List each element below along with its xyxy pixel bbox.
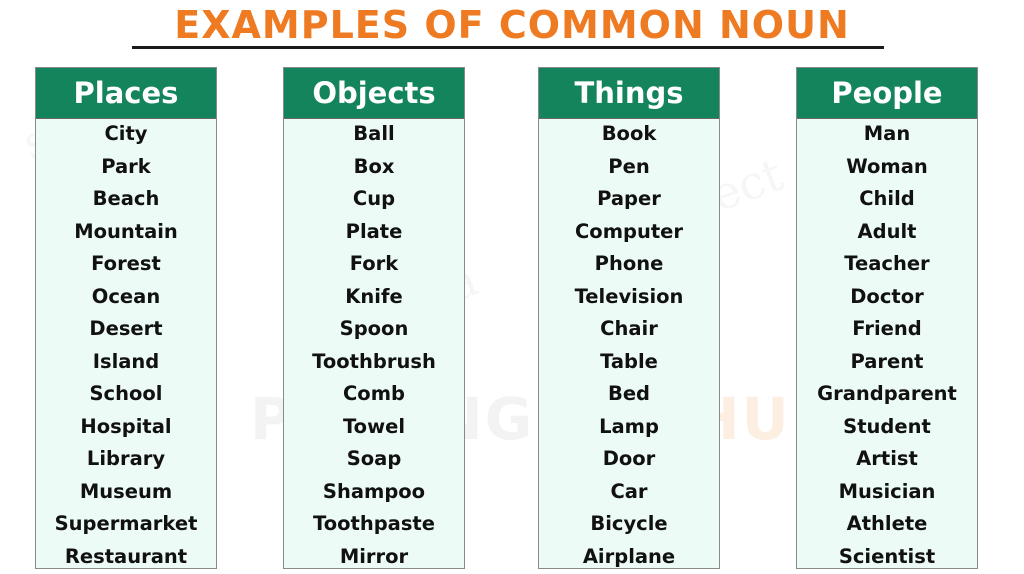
title-underline [132, 46, 884, 49]
list-item: Student [797, 412, 977, 445]
list-item: Lamp [539, 412, 719, 445]
list-item: Door [539, 444, 719, 477]
noun-list: BallBoxCupPlateForkKnifeSpoonToothbrushC… [284, 119, 464, 574]
list-item: Supermarket [36, 509, 216, 542]
noun-list: BookPenPaperComputerPhoneTelevisionChair… [539, 119, 719, 574]
column-heading: People [797, 68, 977, 119]
list-item: Forest [36, 249, 216, 282]
list-item: Book [539, 119, 719, 152]
list-item: Chair [539, 314, 719, 347]
list-item: Comb [284, 379, 464, 412]
list-item: Paper [539, 184, 719, 217]
list-item: Parent [797, 347, 977, 380]
list-item: Box [284, 152, 464, 185]
list-item: Adult [797, 217, 977, 250]
page-title: EXAMPLES OF COMMON NOUN [0, 1, 1024, 49]
list-item: Ball [284, 119, 464, 152]
list-item: Grandparent [797, 379, 977, 412]
list-item: School [36, 379, 216, 412]
list-item: Beach [36, 184, 216, 217]
list-item: Athlete [797, 509, 977, 542]
list-item: Cup [284, 184, 464, 217]
list-item: Plate [284, 217, 464, 250]
list-item: Museum [36, 477, 216, 510]
list-item: Television [539, 282, 719, 315]
list-item: Teacher [797, 249, 977, 282]
list-item: Doctor [797, 282, 977, 315]
list-item: Spoon [284, 314, 464, 347]
list-item: Musician [797, 477, 977, 510]
list-item: Ocean [36, 282, 216, 315]
list-item: Woman [797, 152, 977, 185]
list-item: Friend [797, 314, 977, 347]
list-item: Scientist [797, 542, 977, 574]
column-places: Places CityParkBeachMountainForestOceanD… [35, 67, 217, 569]
list-item: Fork [284, 249, 464, 282]
column-people: People ManWomanChildAdultTeacherDoctorFr… [796, 67, 978, 569]
list-item: Pen [539, 152, 719, 185]
list-item: Child [797, 184, 977, 217]
list-item: Car [539, 477, 719, 510]
list-item: Toothbrush [284, 347, 464, 380]
column-heading: Things [539, 68, 719, 119]
list-item: Park [36, 152, 216, 185]
list-item: Desert [36, 314, 216, 347]
column-heading: Places [36, 68, 216, 119]
list-item: Airplane [539, 542, 719, 574]
list-item: Mirror [284, 542, 464, 574]
list-item: Shampoo [284, 477, 464, 510]
list-item: Towel [284, 412, 464, 445]
noun-list: ManWomanChildAdultTeacherDoctorFriendPar… [797, 119, 977, 574]
list-item: Artist [797, 444, 977, 477]
list-item: Toothpaste [284, 509, 464, 542]
list-item: City [36, 119, 216, 152]
list-item: Man [797, 119, 977, 152]
list-item: Island [36, 347, 216, 380]
list-item: Knife [284, 282, 464, 315]
list-item: Phone [539, 249, 719, 282]
list-item: Library [36, 444, 216, 477]
column-objects: Objects BallBoxCupPlateForkKnifeSpoonToo… [283, 67, 465, 569]
list-item: Hospital [36, 412, 216, 445]
column-heading: Objects [284, 68, 464, 119]
list-item: Soap [284, 444, 464, 477]
list-item: Computer [539, 217, 719, 250]
list-item: Bicycle [539, 509, 719, 542]
list-item: Restaurant [36, 542, 216, 574]
noun-list: CityParkBeachMountainForestOceanDesertIs… [36, 119, 216, 574]
column-things: Things BookPenPaperComputerPhoneTelevisi… [538, 67, 720, 569]
list-item: Table [539, 347, 719, 380]
list-item: Mountain [36, 217, 216, 250]
list-item: Bed [539, 379, 719, 412]
